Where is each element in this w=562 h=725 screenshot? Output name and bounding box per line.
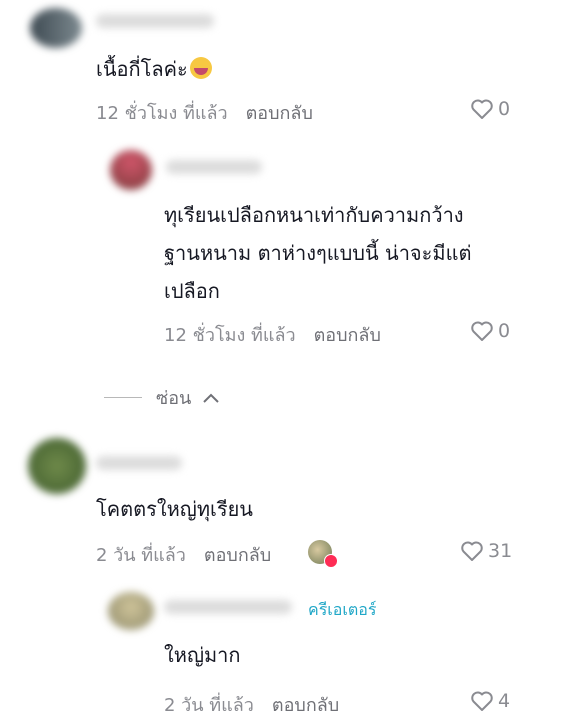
like-button[interactable]: 0 — [470, 320, 510, 342]
creator-liked-avatar — [308, 540, 338, 568]
timestamp: 2 วัน ที่แล้ว — [164, 695, 254, 716]
reply-button[interactable]: ตอบกลับ — [246, 98, 313, 127]
timestamp: 2 วัน ที่แล้ว — [96, 545, 186, 566]
username[interactable] — [96, 14, 214, 28]
like-button[interactable]: 31 — [460, 540, 512, 562]
timestamp: 12 ชั่วโมง ที่แล้ว — [96, 103, 228, 124]
avatar[interactable] — [28, 438, 86, 494]
avatar[interactable] — [30, 8, 82, 48]
rofl-emoji-icon — [189, 57, 212, 79]
comment-text: ทุเรียนเปลือกหนาเท่ากับความกว้าง ฐานหนาม… — [164, 203, 472, 303]
heart-badge-icon — [324, 554, 338, 568]
chevron-up-icon — [203, 393, 220, 403]
comment-meta: 2 วัน ที่แล้ว ตอบกลับ — [96, 540, 271, 569]
username[interactable] — [164, 600, 292, 614]
heart-icon — [471, 321, 493, 341]
avatar[interactable] — [110, 150, 152, 190]
hide-replies-button[interactable]: ซ่อน — [104, 383, 221, 412]
comment-meta: 12 ชั่วโมง ที่แล้ว ตอบกลับ — [96, 98, 313, 127]
comment-text: ใหญ่มาก — [164, 643, 241, 667]
divider — [104, 397, 142, 398]
heart-icon — [471, 99, 493, 119]
username[interactable] — [96, 456, 182, 470]
comment-meta: 2 วัน ที่แล้ว ตอบกลับ — [164, 690, 339, 719]
heart-icon — [461, 541, 483, 561]
comment-text: เนื้อกี่โลค่ะ — [96, 50, 212, 88]
avatar[interactable] — [108, 592, 154, 630]
like-button[interactable]: 0 — [470, 98, 510, 120]
creator-badge: ครีเอเตอร์ — [308, 600, 377, 619]
like-button[interactable]: 4 — [470, 690, 510, 712]
like-count: 0 — [498, 320, 511, 342]
reply-button[interactable]: ตอบกลับ — [272, 690, 339, 719]
hide-label: ซ่อน — [156, 388, 192, 409]
comment-text: โคตตรใหญ่ทุเรียน — [96, 497, 253, 521]
timestamp: 12 ชั่วโมง ที่แล้ว — [164, 325, 296, 346]
reply-button[interactable]: ตอบกลับ — [314, 320, 381, 349]
username[interactable] — [166, 160, 262, 174]
reply-button[interactable]: ตอบกลับ — [204, 540, 271, 569]
heart-icon — [471, 691, 493, 711]
comment-meta: 12 ชั่วโมง ที่แล้ว ตอบกลับ — [164, 320, 381, 349]
like-count: 4 — [498, 690, 511, 712]
like-count: 31 — [488, 540, 513, 562]
like-count: 0 — [498, 98, 511, 120]
